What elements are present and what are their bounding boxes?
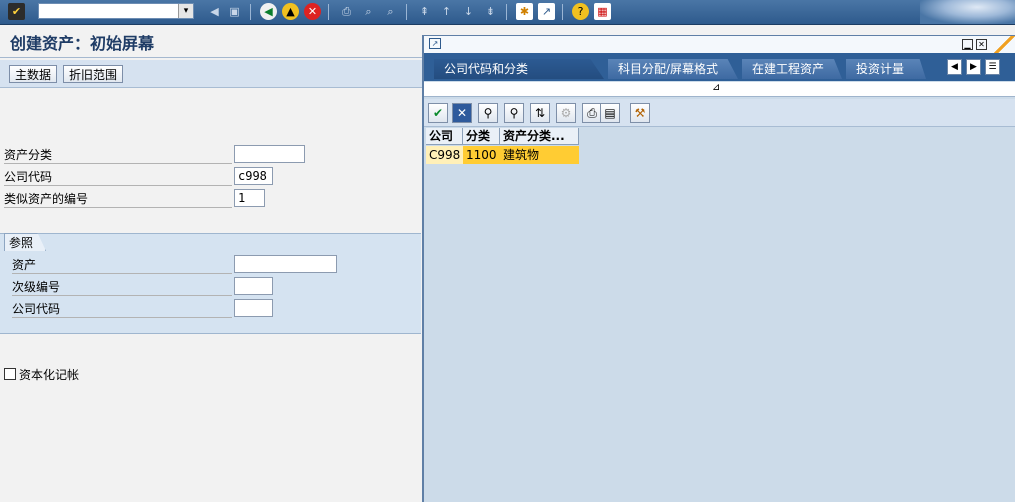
ref-subnumber-input[interactable] [234,277,273,295]
find-next-binoculars-icon[interactable]: ⚲ [504,103,524,123]
close-icon[interactable]: ✕ [976,39,987,50]
cancel-icon[interactable]: ✕ [304,3,321,20]
ref-subnumber-label: 次级编号 [12,278,232,296]
capitalization-checkbox[interactable] [4,368,16,380]
popup-menu-icon[interactable]: ↗ [429,38,441,49]
back-icon: ◀ [210,5,219,18]
personalize-icon[interactable]: ⚒ [630,103,650,123]
company-code-label: 公司代码 [4,168,232,186]
last-page-icon: ⇟ [485,5,496,18]
ref-company-code-label: 公司代码 [12,300,232,318]
sap-logo-swirl [920,0,1015,24]
find-icon: ⌕ [365,5,372,18]
first-page-icon: ⇞ [419,5,430,18]
copy-icon[interactable]: ▤ [600,103,620,123]
confirm-icon[interactable]: ✔ [428,103,448,123]
tab-list-icon[interactable]: ☰ [985,59,1000,75]
enter-icon[interactable]: ✔ [8,3,25,20]
capitalization-label: 资本化记帐 [19,368,80,382]
row-description-cell[interactable]: 建筑物 [500,146,579,164]
ref-company-code-input[interactable] [234,299,273,317]
company-code-input[interactable]: c998 [234,167,273,185]
shortcut-icon[interactable]: ↗ [538,3,555,20]
col-company[interactable]: 公司 [426,128,463,145]
similar-assets-label: 类似资产的编号 [4,190,232,208]
restriction-toggle-bar[interactable]: ⊿ [424,82,1015,97]
col-class-description[interactable]: 资产分类... [500,128,579,145]
print-list-icon[interactable]: ⎙ [582,103,602,123]
command-dropdown-icon[interactable]: ▾ [178,4,193,18]
row-company-cell[interactable]: C998 [426,146,463,164]
new-session-icon[interactable]: ✱ [516,3,533,20]
tab-investment-measure[interactable]: 投资计量 [846,59,926,79]
page-title: 创建资产：初始屏幕 [10,34,155,53]
col-class[interactable]: 分类 [463,128,500,145]
tab-company-code-class[interactable]: 公司代码和分类 [434,59,604,79]
help-icon[interactable]: ? [572,3,589,20]
find-binoculars-icon[interactable]: ⚲ [478,103,498,123]
depreciation-areas-button[interactable]: 折旧范围 [63,65,124,83]
similar-assets-input[interactable]: 1 [234,189,265,207]
title-divider [0,57,422,58]
find-next-icon: ⌕ [387,5,394,18]
popup-header: ↗ ▁ ✕ [424,36,1015,54]
tabstrip: 公司代码和分类 科目分配/屏幕格式 在建工程资产 投资计量 ◀ ▶ ☰ [424,53,1015,81]
tab-scroll-right-icon[interactable]: ▶ [966,59,981,75]
previous-page-icon: ↑ [441,5,452,18]
exit-icon[interactable]: ▲ [282,3,299,20]
asset-class-label: 资产分类 [4,146,232,164]
ref-asset-input[interactable] [234,255,337,273]
popup-toolbar: ✔ ✕ ⚲ ⚲ ⇅ ⚙ ⎙ ▤ ⚒ [424,99,1015,127]
layout-menu-icon[interactable]: ▦ [594,3,611,20]
application-toolbar: 主数据 折旧范围 [0,60,422,88]
expand-restrictions-icon[interactable]: ⊿ [712,82,720,93]
tab-account-assignment[interactable]: 科目分配/屏幕格式 [608,59,738,79]
master-data-button[interactable]: 主数据 [9,65,58,83]
print-icon: ⎙ [342,5,351,18]
sort-icon[interactable]: ⇅ [530,103,550,123]
ref-asset-label: 资产 [12,256,232,274]
save-icon: ▣ [229,5,240,18]
settings-disabled-icon: ⚙ [556,103,576,123]
system-toolbar: ✔ ▾ ◀ ▣ ◀ ▲ ✕ ⎙ ⌕ ⌕ ⇞ ↑ ↓ ⇟ ✱ ↗ ? ▦ [0,0,1015,25]
row-class-cell[interactable]: 1100 [463,146,500,164]
next-page-icon: ↓ [463,5,474,18]
command-field[interactable] [38,3,194,19]
asset-class-input[interactable] [234,145,305,163]
cancel-x-icon[interactable]: ✕ [452,103,472,123]
corner-decoration [990,36,1015,53]
minimize-icon[interactable]: ▁ [962,39,973,50]
tab-auc-asset[interactable]: 在建工程资产 [742,59,842,79]
tab-scroll-left-icon[interactable]: ◀ [947,59,962,75]
back-nav-icon[interactable]: ◀ [260,3,277,20]
